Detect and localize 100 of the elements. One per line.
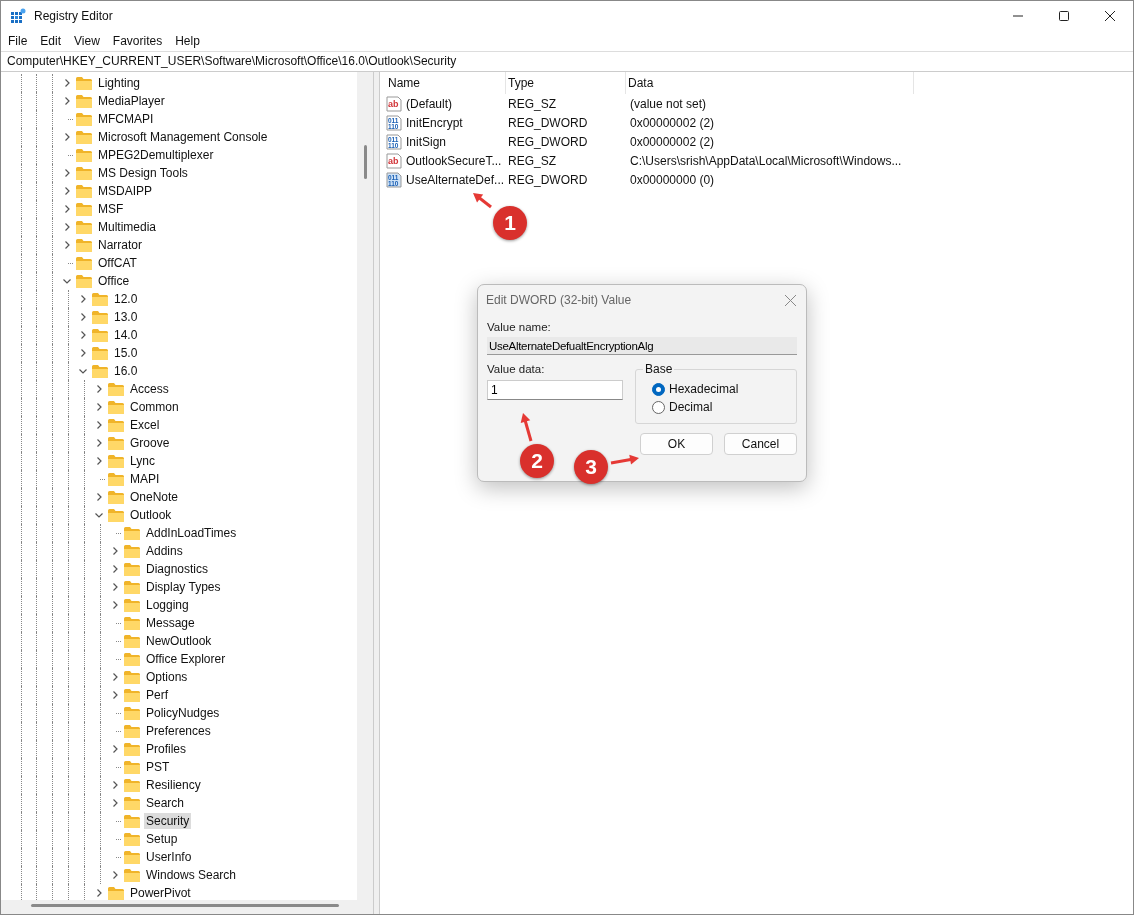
cancel-button[interactable]: Cancel	[724, 433, 797, 455]
tree-item[interactable]: PowerPivot	[128, 885, 193, 900]
tree-item[interactable]: Multimedia	[96, 219, 159, 235]
tree-item[interactable]: Excel	[128, 417, 162, 433]
tree-item[interactable]: Narrator	[96, 237, 144, 253]
tree-item[interactable]: Lighting	[96, 75, 143, 91]
menu-item[interactable]: Edit	[40, 34, 62, 48]
chevron-right-icon[interactable]	[111, 871, 119, 879]
column-header[interactable]: Data	[626, 72, 914, 94]
column-header[interactable]: Type	[506, 72, 626, 94]
chevron-right-icon[interactable]	[111, 601, 119, 609]
tree-item[interactable]: Addins	[144, 543, 185, 559]
tree-item[interactable]: Office Explorer	[144, 651, 228, 667]
chevron-right-icon[interactable]	[63, 205, 71, 213]
chevron-right-icon[interactable]	[95, 385, 103, 393]
chevron-right-icon[interactable]	[63, 97, 71, 105]
tree-item[interactable]: OffCAT	[96, 255, 139, 271]
tree-item[interactable]: Security	[144, 813, 192, 829]
chevron-right-icon[interactable]	[95, 421, 103, 429]
chevron-right-icon[interactable]	[79, 313, 87, 321]
chevron-down-icon[interactable]	[79, 367, 87, 375]
radio-label[interactable]: Decimal	[669, 400, 713, 414]
chevron-right-icon[interactable]	[63, 133, 71, 141]
chevron-down-icon[interactable]	[63, 277, 71, 285]
tree-item[interactable]: MPEG2Demultiplexer	[96, 147, 216, 163]
close-icon[interactable]	[1105, 11, 1115, 21]
chevron-right-icon[interactable]	[79, 295, 87, 303]
chevron-right-icon[interactable]	[111, 565, 119, 573]
chevron-right-icon[interactable]	[63, 169, 71, 177]
tree-item[interactable]: Outlook	[128, 507, 174, 523]
chevron-right-icon[interactable]	[95, 889, 103, 897]
tree-item[interactable]: Preferences	[144, 723, 213, 739]
chevron-right-icon[interactable]	[63, 79, 71, 87]
tree-item[interactable]: Groove	[128, 435, 172, 451]
value-data-field[interactable]: 1	[487, 380, 623, 400]
chevron-right-icon[interactable]	[111, 547, 119, 555]
menu-item[interactable]: Favorites	[112, 34, 163, 48]
chevron-right-icon[interactable]	[63, 241, 71, 249]
tree-item[interactable]: Message	[144, 615, 197, 631]
tree-item[interactable]: MSF	[96, 201, 126, 217]
tree-item[interactable]: 14.0	[112, 327, 140, 343]
tree-item[interactable]: UserInfo	[144, 849, 194, 865]
tree-item[interactable]: MSDAIPP	[96, 183, 154, 199]
tree-item[interactable]: Microsoft Management Console	[96, 129, 270, 145]
chevron-right-icon[interactable]	[95, 403, 103, 411]
tree-item[interactable]: PolicyNudges	[144, 705, 222, 721]
tree-item[interactable]: Profiles	[144, 741, 188, 757]
chevron-right-icon[interactable]	[95, 439, 103, 447]
tree-item[interactable]: 16.0	[112, 363, 140, 379]
tree-item[interactable]: AddInLoadTimes	[144, 525, 239, 541]
tree-item[interactable]: Windows Search	[144, 867, 239, 883]
chevron-right-icon[interactable]	[95, 457, 103, 465]
radio-button[interactable]	[652, 400, 665, 414]
chevron-right-icon[interactable]	[111, 673, 119, 681]
radio-button[interactable]	[652, 382, 665, 396]
tree-item[interactable]: MAPI	[128, 471, 162, 487]
tree-item[interactable]: OneNote	[128, 489, 181, 505]
tree-item[interactable]: 15.0	[112, 345, 140, 361]
tree-item[interactable]: PST	[144, 759, 172, 775]
column-header[interactable]: Name	[386, 72, 506, 94]
chevron-down-icon[interactable]	[95, 511, 103, 519]
chevron-right-icon[interactable]	[79, 331, 87, 339]
chevron-right-icon[interactable]	[111, 799, 119, 807]
tree-item[interactable]: MS Design Tools	[96, 165, 190, 181]
chevron-right-icon[interactable]	[111, 745, 119, 753]
chevron-right-icon[interactable]	[111, 583, 119, 591]
tree-item[interactable]: Setup	[144, 831, 180, 847]
address-bar[interactable]: Computer\HKEY_CURRENT_USER\Software\Microsoft\Office\16.0\Outlook\Security	[1, 51, 1133, 72]
value-name[interactable]: InitEncrypt	[404, 115, 463, 130]
tree-item[interactable]: MediaPlayer	[96, 93, 167, 109]
chevron-right-icon[interactable]	[95, 493, 103, 501]
value-name-field[interactable]: UseAlternateDefualtEncryptionAlg	[487, 337, 797, 355]
menu-item[interactable]: Help	[175, 34, 200, 48]
tree-item[interactable]: NewOutlook	[144, 633, 214, 649]
tree-item[interactable]: Office	[96, 273, 132, 289]
tree-item[interactable]: Display Types	[144, 579, 223, 595]
tree-item[interactable]: Resiliency	[144, 777, 203, 793]
chevron-right-icon[interactable]	[63, 223, 71, 231]
tree-item[interactable]: 13.0	[112, 309, 140, 325]
tree-item[interactable]: Lync	[128, 453, 157, 469]
chevron-right-icon[interactable]	[111, 691, 119, 699]
tree-item[interactable]: Diagnostics	[144, 561, 211, 577]
menu-item[interactable]: View	[74, 34, 100, 48]
value-name[interactable]: (Default)	[404, 96, 452, 111]
scrollbar-thumb[interactable]	[31, 904, 339, 907]
value-name[interactable]: OutlookSecureT...	[404, 153, 502, 168]
tree-item[interactable]: MFCMAPI	[96, 111, 156, 127]
chevron-right-icon[interactable]	[79, 349, 87, 357]
chevron-right-icon[interactable]	[63, 187, 71, 195]
tree-item[interactable]: Access	[128, 381, 171, 397]
value-name[interactable]: UseAlternateDef...	[404, 172, 505, 187]
value-name[interactable]: InitSign	[404, 134, 447, 149]
tree-item[interactable]: Options	[144, 669, 190, 685]
tree-item[interactable]: Common	[128, 399, 181, 415]
tree-item[interactable]: Search	[144, 795, 187, 811]
maximize-icon[interactable]	[1059, 11, 1069, 21]
ok-button[interactable]: OK	[640, 433, 713, 455]
radio-label[interactable]: Hexadecimal	[669, 382, 739, 396]
scrollbar-thumb[interactable]	[364, 145, 367, 179]
tree-item[interactable]: Logging	[144, 597, 191, 613]
